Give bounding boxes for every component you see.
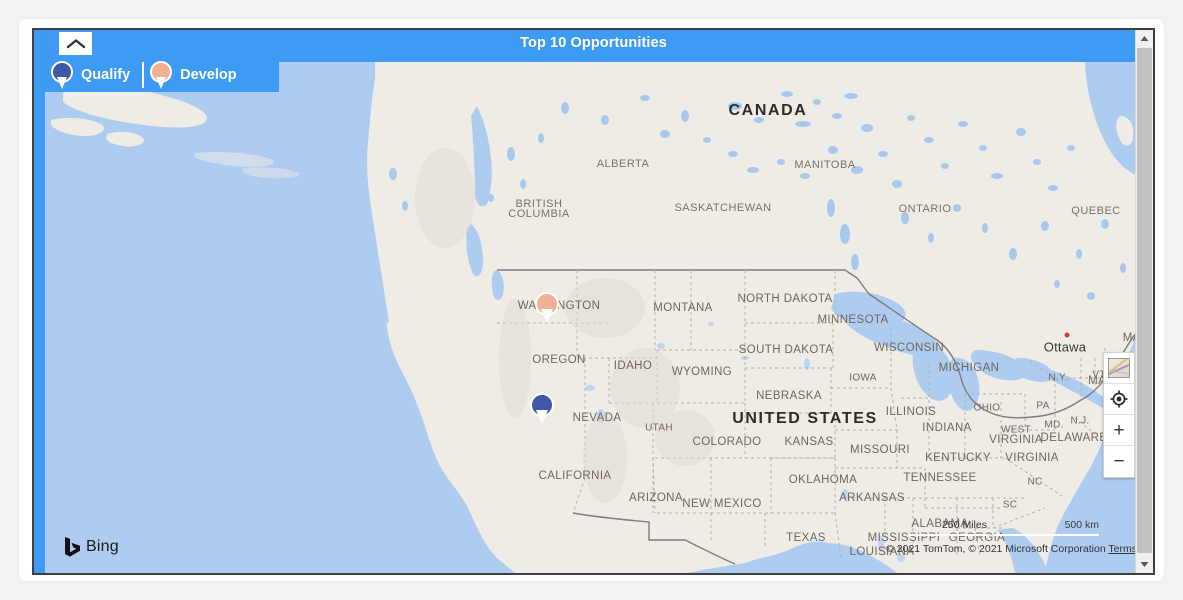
legend-item-develop[interactable]: Develop: [144, 58, 248, 92]
map-legend: Qualify Develop: [45, 58, 279, 92]
map-scale-bar: 250 Miles 500 km: [909, 519, 1099, 536]
attribution-text: © 2021 TomTom, © 2021 Microsoft Corporat…: [886, 543, 1106, 555]
locate-me-button[interactable]: [1104, 384, 1134, 415]
map-style-thumbnail-button[interactable]: [1104, 353, 1134, 384]
opportunity-map-widget: CANADA UNITED STATES ALBERTA MANITOBA SASKAT…: [32, 28, 1155, 575]
terms-link[interactable]: Terms: [1108, 543, 1137, 555]
map-attribution: © 2021 TomTom, © 2021 Microsoft Corporat…: [886, 543, 1137, 555]
scale-miles: 250 Miles: [909, 519, 987, 536]
scale-kilometers: 500 km: [994, 519, 1099, 536]
bing-map-canvas[interactable]: CANADA UNITED STATES ALBERTA MANITOBA SASKAT…: [45, 58, 1145, 573]
map-pin-icon: [51, 61, 73, 89]
scroll-up-button[interactable]: [1136, 30, 1153, 47]
triangle-down-icon: [1140, 562, 1149, 567]
map-style-thumbnail-icon: [1108, 358, 1130, 378]
legend-item-qualify[interactable]: Qualify: [45, 58, 142, 92]
scale-km-label: 500 km: [1064, 519, 1099, 531]
locate-icon: [1110, 390, 1128, 408]
widget-title: Top 10 Opportunities: [520, 35, 667, 51]
map-pin-icon: [150, 61, 173, 89]
bing-b-icon: [65, 537, 80, 557]
scale-km-bar: [994, 534, 1099, 536]
scroll-down-button[interactable]: [1136, 556, 1153, 573]
triangle-up-icon: [1140, 36, 1149, 41]
bing-logo[interactable]: Bing: [64, 537, 119, 557]
scale-miles-label: 250 Miles: [942, 519, 987, 531]
legend-label-develop: Develop: [180, 67, 237, 83]
vertical-scrollbar[interactable]: [1135, 30, 1153, 573]
map-controls: + −: [1103, 352, 1135, 478]
zoom-out-button[interactable]: −: [1104, 446, 1134, 477]
chevron-up-icon: [66, 38, 85, 48]
scale-miles-bar: [909, 534, 987, 536]
collapse-button[interactable]: [59, 32, 92, 55]
legend-label-qualify: Qualify: [81, 67, 131, 83]
map-city-dot: [1064, 332, 1070, 338]
map-geometry: [45, 58, 1145, 573]
zoom-in-button[interactable]: +: [1104, 415, 1134, 446]
bing-wordmark: Bing: [86, 538, 119, 555]
page-card: CANADA UNITED STATES ALBERTA MANITOBA SASKAT…: [19, 19, 1164, 581]
scrollbar-thumb[interactable]: [1137, 48, 1152, 553]
